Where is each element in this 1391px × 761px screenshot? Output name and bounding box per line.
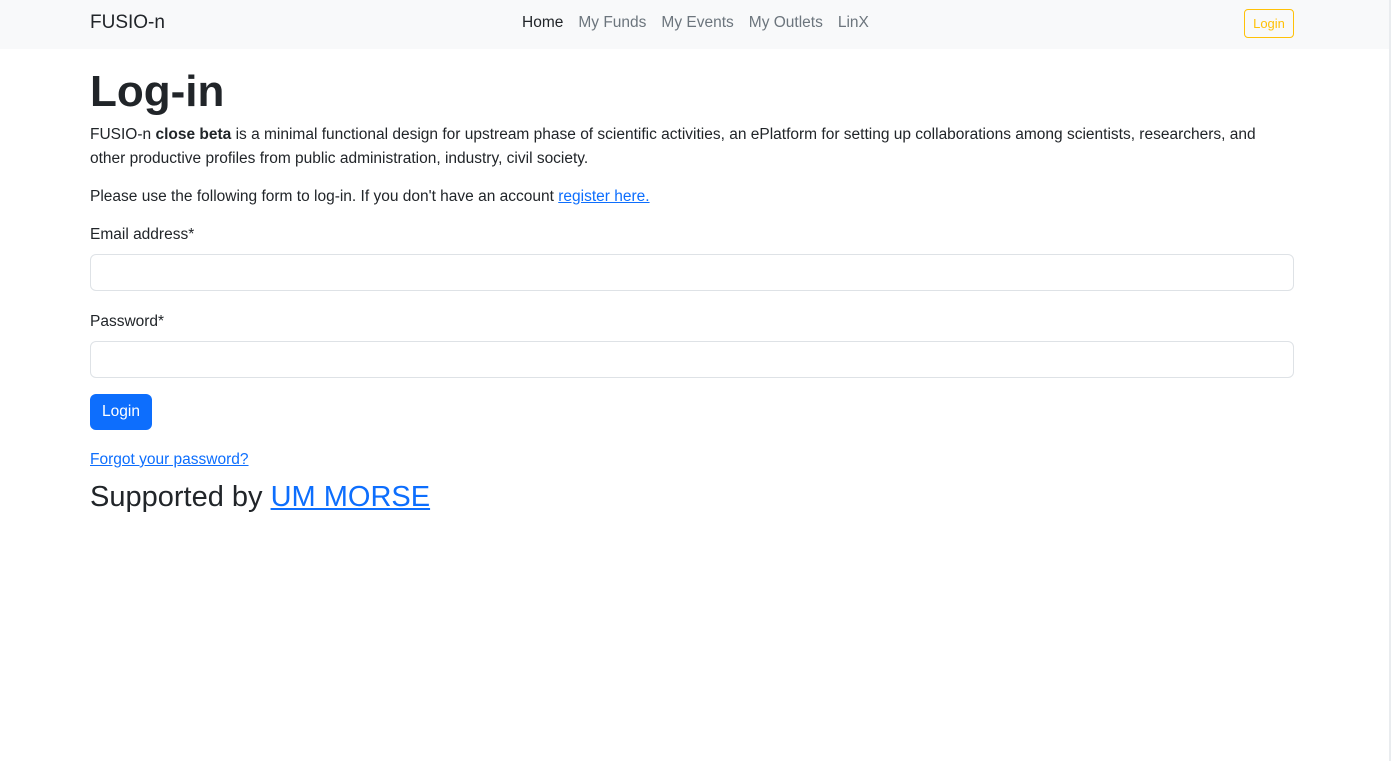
forgot-password-link[interactable]: Forgot your password? bbox=[90, 448, 249, 472]
password-label: Password* bbox=[90, 312, 165, 330]
intro-rest: is a minimal functional design for upstr… bbox=[90, 125, 1256, 167]
intro-paragraph: FUSIO-n close beta is a minimal function… bbox=[90, 123, 1294, 171]
brand-logo-link[interactable]: FUSIO-n bbox=[90, 12, 165, 34]
password-field[interactable] bbox=[90, 340, 1294, 378]
main-content: Log-in FUSIO-n close beta is a minimal f… bbox=[90, 66, 1294, 515]
form-note-text: Please use the following form to log-in.… bbox=[90, 187, 559, 205]
form-note: Please use the following form to log-in.… bbox=[90, 185, 1294, 209]
login-submit-button[interactable]: Login bbox=[90, 393, 152, 430]
nav-link-home[interactable]: Home bbox=[522, 14, 563, 32]
page-title: Log-in bbox=[90, 67, 225, 116]
nav-link-linx[interactable]: LinX bbox=[838, 14, 869, 32]
top-navbar: FUSIO-n Home My Funds My Events My Outle… bbox=[0, 0, 1391, 49]
nav-link-my-outlets[interactable]: My Outlets bbox=[749, 14, 823, 32]
nav-link-my-events[interactable]: My Events bbox=[661, 14, 733, 32]
navbar-login-button[interactable]: Login bbox=[1244, 9, 1294, 38]
um-morse-link[interactable]: UM MORSE bbox=[271, 481, 431, 513]
register-link[interactable]: register here. bbox=[558, 188, 649, 205]
intro-strong: close beta bbox=[155, 125, 232, 143]
supported-prefix: Supported by bbox=[90, 480, 271, 513]
email-label: Email address* bbox=[90, 225, 195, 243]
supported-by: Supported by UM MORSE bbox=[90, 480, 1294, 515]
nav-links: Home My Funds My Events My Outlets LinX bbox=[522, 14, 884, 32]
email-field[interactable] bbox=[90, 253, 1294, 291]
intro-prefix: FUSIO-n bbox=[90, 125, 156, 143]
nav-link-my-funds[interactable]: My Funds bbox=[578, 14, 646, 32]
